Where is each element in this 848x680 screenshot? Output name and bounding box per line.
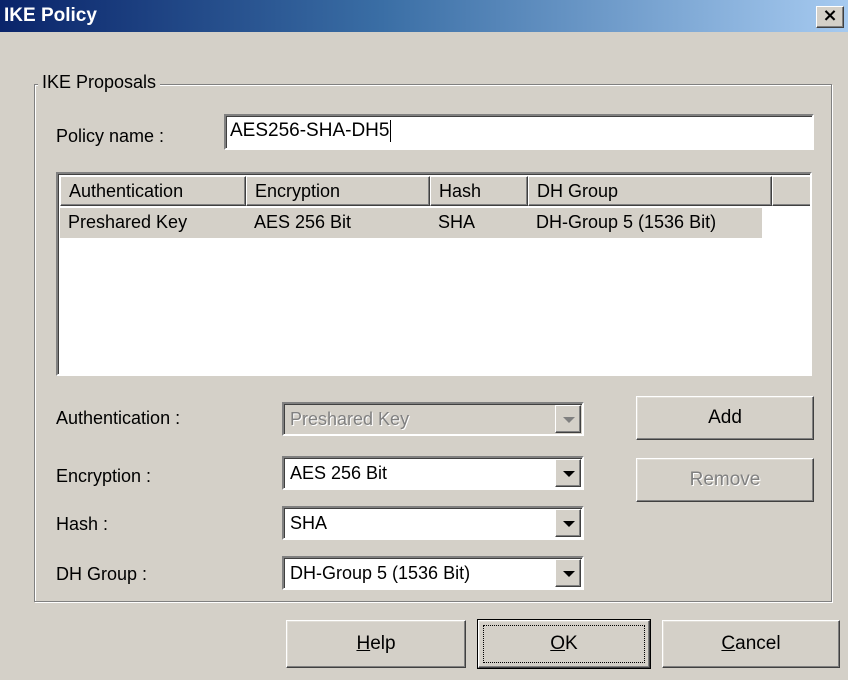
encryption-dropdown-button[interactable] — [555, 459, 581, 487]
encryption-value: AES 256 Bit — [290, 463, 388, 483]
hash-select[interactable]: SHA — [282, 506, 584, 540]
policy-name-value: AES256-SHA-DH5 — [230, 120, 390, 142]
dh-group-label: DH Group : — [56, 564, 148, 584]
chevron-down-icon — [563, 471, 575, 477]
chevron-down-icon — [563, 571, 575, 577]
ok-label-rest: K — [565, 633, 578, 654]
encryption-select[interactable]: AES 256 Bit — [282, 456, 584, 490]
column-header-hash[interactable]: Hash — [430, 176, 528, 206]
policy-name-label: Policy name : — [56, 126, 165, 146]
column-header-dh-group[interactable]: DH Group — [528, 176, 772, 206]
authentication-label: Authentication : — [56, 408, 181, 428]
remove-button: Remove — [636, 458, 814, 502]
hash-dropdown-button[interactable] — [555, 509, 581, 537]
title-bar: IKE Policy × — [0, 0, 848, 32]
authentication-dropdown-button — [555, 405, 581, 433]
encryption-label: Encryption : — [56, 466, 152, 486]
add-button[interactable]: Add — [636, 396, 814, 440]
authentication-select: Preshared Key — [282, 402, 584, 436]
cell-hash: SHA — [438, 212, 476, 232]
cell-encryption: AES 256 Bit — [254, 212, 352, 232]
help-label-rest: elp — [370, 633, 396, 654]
ok-hotkey: O — [550, 633, 566, 654]
hash-value: SHA — [290, 513, 328, 533]
dh-group-select[interactable]: DH-Group 5 (1536 Bit) — [282, 556, 584, 590]
column-header-filler — [772, 176, 810, 206]
remove-button-label: Remove — [689, 469, 761, 490]
close-icon: × — [822, 5, 838, 26]
proposal-list[interactable]: Authentication Encryption Hash DH Group … — [56, 172, 812, 376]
column-header-authentication[interactable]: Authentication — [60, 176, 246, 206]
authentication-value: Preshared Key — [290, 409, 410, 429]
cell-authentication: Preshared Key — [68, 212, 188, 232]
policy-name-input[interactable]: AES256-SHA-DH5 — [224, 114, 814, 150]
help-hotkey: H — [356, 633, 371, 654]
cancel-label-rest: ancel — [735, 633, 781, 654]
column-header-encryption[interactable]: Encryption — [246, 176, 430, 206]
text-caret — [390, 120, 392, 142]
cancel-hotkey: C — [721, 633, 736, 654]
group-label: IKE Proposals — [38, 72, 161, 93]
ok-button-label: OK — [479, 633, 649, 655]
hash-label: Hash : — [56, 514, 109, 534]
add-button-label: Add — [708, 407, 742, 428]
dh-group-dropdown-button[interactable] — [555, 559, 581, 587]
chevron-down-icon — [563, 417, 575, 423]
help-button-label: Help — [287, 633, 465, 655]
table-row[interactable]: Preshared Key AES 256 Bit SHA DH-Group 5… — [60, 208, 762, 238]
dh-group-value: DH-Group 5 (1536 Bit) — [290, 563, 471, 583]
close-button[interactable]: × — [816, 6, 844, 28]
cancel-button-label: Cancel — [663, 633, 839, 655]
ok-button[interactable]: OK — [477, 619, 651, 669]
window-title: IKE Policy — [4, 5, 97, 26]
cancel-button[interactable]: Cancel — [662, 620, 840, 668]
help-button[interactable]: Help — [286, 620, 466, 668]
chevron-down-icon — [563, 521, 575, 527]
cell-dh-group: DH-Group 5 (1536 Bit) — [536, 212, 717, 232]
